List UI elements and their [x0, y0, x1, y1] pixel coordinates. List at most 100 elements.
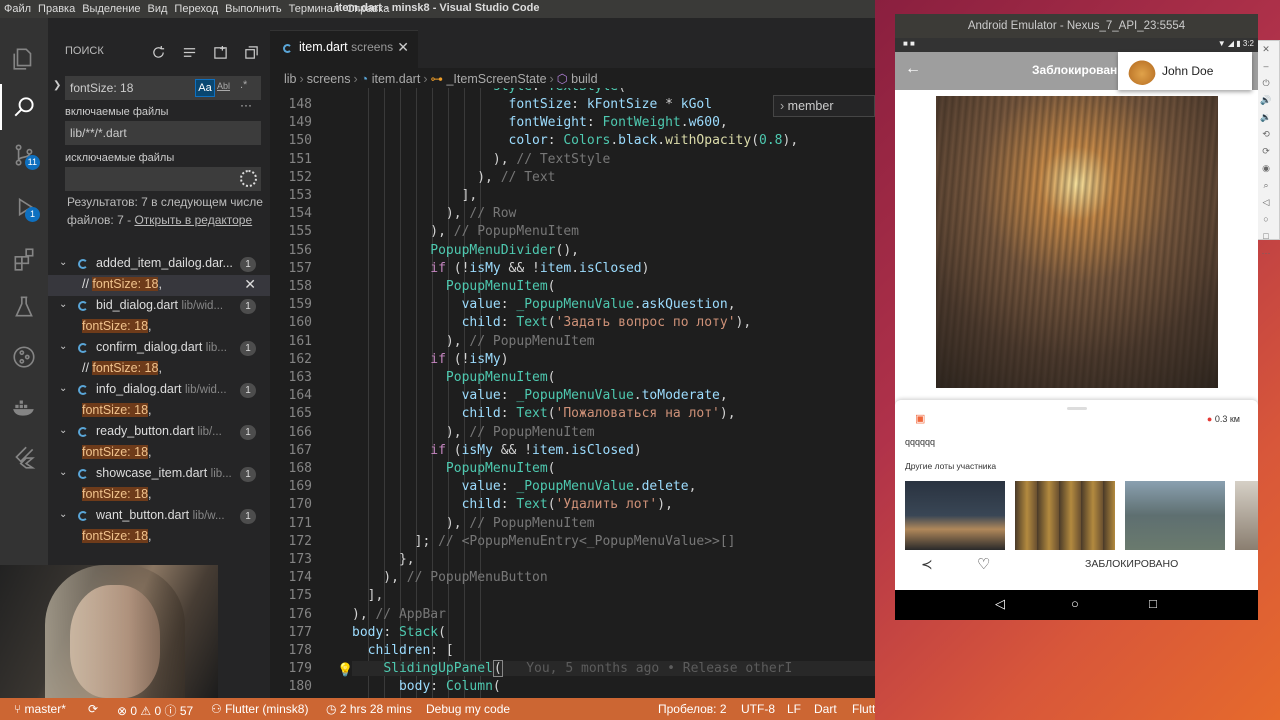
time-tracker-status[interactable]: ◷ 2 hrs 28 mins	[326, 702, 412, 716]
extensions-icon[interactable]	[0, 236, 48, 282]
branch-status[interactable]: ⑂ master*	[14, 702, 66, 716]
sync-icon[interactable]: ⟳	[88, 702, 98, 716]
clear-results-icon[interactable]	[174, 42, 205, 62]
result-match-row[interactable]: fontSize: 18,	[48, 443, 270, 464]
line-number: 179	[288, 661, 312, 676]
breadcrumb-screens[interactable]: screens	[307, 72, 351, 86]
other-lot-thumbnail[interactable]	[1125, 481, 1225, 550]
other-lot-thumbnail[interactable]	[1015, 481, 1115, 550]
editor-tab-bar: item.dart screens ✕	[270, 18, 875, 68]
result-match-row[interactable]: fontSize: 18,	[48, 485, 270, 506]
eol-status[interactable]: LF	[787, 702, 801, 716]
problems-status[interactable]: ⊗ 0 ⚠ 0 ⓘ 57	[117, 702, 193, 719]
menu-edit[interactable]: Правка	[34, 0, 78, 16]
result-match-row[interactable]: // fontSize: 18,	[48, 359, 270, 380]
code-line: ), // PopupMenuButton	[352, 570, 548, 585]
refresh-icon[interactable]	[143, 42, 174, 62]
panel-handle[interactable]	[1067, 407, 1087, 410]
match-suffix: ,	[158, 361, 162, 375]
code-line: child: Text('Задать вопрос по лоту'),	[461, 315, 752, 330]
replace-toggle-icon[interactable]: ❯	[53, 80, 61, 91]
result-file-row[interactable]: ⌄ confirm_dialog.dart lib... 1	[48, 338, 270, 359]
lightbulb-icon[interactable]: 💡	[337, 662, 353, 678]
menu-file[interactable]: Файл	[0, 0, 34, 16]
line-number: 180	[288, 679, 312, 694]
file-name: info_dialog.dart	[96, 382, 182, 396]
breadcrumb-lib[interactable]: lib	[284, 72, 297, 86]
result-match-row[interactable]: fontSize: 18,	[48, 317, 270, 338]
collapse-all-icon[interactable]	[236, 42, 267, 62]
flutter-status[interactable]: Flutt	[852, 702, 875, 716]
run-debug-icon[interactable]: 1	[0, 184, 48, 230]
result-file-row[interactable]: ⌄ info_dialog.dart lib/wid... 1	[48, 380, 270, 401]
debug-config-status[interactable]: Debug my code	[426, 702, 510, 716]
menu-selection[interactable]: Выделение	[78, 0, 143, 16]
code-line: PopupMenuItem(	[445, 461, 556, 476]
sliding-panel[interactable]: ▣ ● 0.3 км qqqqqq Другие лоты участника …	[895, 400, 1258, 590]
result-file-row[interactable]: ⌄ bid_dialog.dart lib/wid... 1	[48, 296, 270, 317]
use-exclude-settings-icon[interactable]	[240, 170, 257, 187]
source-control-icon[interactable]: 11	[0, 132, 48, 178]
tab-item-dart[interactable]: item.dart screens ✕	[270, 30, 418, 68]
flutter-device-status[interactable]: ⚇ Flutter (minsk8)	[211, 702, 308, 716]
menu-go[interactable]: Переход	[170, 0, 221, 16]
search-icon[interactable]	[0, 84, 48, 130]
breadcrumb-method[interactable]: build	[571, 72, 597, 86]
distance-value: 0.3 км	[1214, 414, 1240, 424]
result-match-row[interactable]: fontSize: 18,	[48, 527, 270, 548]
docker-icon[interactable]	[0, 384, 48, 430]
whole-word-button[interactable]: Abl	[217, 81, 230, 91]
branch-name: master*	[24, 702, 66, 716]
more-options-icon[interactable]: ···	[240, 98, 252, 112]
regex-button[interactable]: .*	[240, 79, 247, 91]
result-file-row[interactable]: ⌄ want_button.dart lib/w... 1	[48, 506, 270, 527]
nav-home-icon[interactable]: ○	[1071, 596, 1079, 611]
menu-view[interactable]: Вид	[144, 0, 171, 16]
sidebar-title: ПОИСК	[65, 45, 104, 57]
match-suffix: ,	[148, 529, 152, 543]
dismiss-icon[interactable]: ✕	[244, 276, 256, 293]
code-editor[interactable]: 148 149 150 151 152 153 154 155 156 157 …	[270, 88, 875, 698]
match-case-button[interactable]: Aa	[195, 79, 215, 97]
flutter-icon[interactable]	[0, 434, 48, 480]
open-in-editor-link[interactable]: Открыть в редакторе	[134, 213, 252, 227]
nav-recents-icon[interactable]: □	[1149, 596, 1157, 611]
result-file-row[interactable]: ⌄ added_item_dailog.dar... 1	[48, 254, 270, 275]
blocked-button[interactable]: ЗАБЛОКИРОВАНО	[1085, 558, 1178, 570]
heart-icon[interactable]: ♡	[977, 555, 990, 573]
breadcrumb-class[interactable]: _ItemScreenState	[446, 72, 546, 86]
indentation-status[interactable]: Пробелов: 2	[658, 702, 727, 716]
menu-help[interactable]: Справка	[342, 0, 392, 16]
line-number: 163	[288, 370, 312, 385]
result-file-row[interactable]: ⌄ ready_button.dart lib/... 1	[48, 422, 270, 443]
line-number: 160	[288, 315, 312, 330]
code-line: fontSize: kFontSize * kGol	[508, 97, 713, 112]
menu-terminal[interactable]: Терминал	[285, 0, 343, 16]
result-match-row[interactable]: // fontSize: 18, ✕	[48, 275, 270, 296]
match-suffix: ,	[148, 487, 152, 501]
back-arrow-icon[interactable]: ←	[905, 60, 921, 78]
close-tab-icon[interactable]: ✕	[397, 39, 409, 56]
new-search-editor-icon[interactable]	[205, 42, 236, 62]
user-popup[interactable]: John Doe	[1118, 52, 1252, 90]
share-icon[interactable]: ≺	[921, 556, 933, 573]
nav-back-icon[interactable]: ◁	[995, 596, 1005, 612]
git-graph-icon[interactable]	[0, 334, 48, 380]
location-pin-icon: ●	[1206, 414, 1213, 424]
include-files-input[interactable]: lib/**/*.dart	[65, 121, 261, 145]
item-photo[interactable]	[936, 96, 1218, 388]
exclude-files-input[interactable]	[65, 167, 261, 191]
result-match-row[interactable]: fontSize: 18,	[48, 401, 270, 422]
line-number: 178	[288, 643, 312, 658]
search-input[interactable]: fontSize: 18	[65, 76, 261, 100]
other-lot-thumbnail[interactable]	[905, 481, 1005, 550]
menu-run[interactable]: Выполнить	[221, 0, 284, 16]
language-status[interactable]: Dart	[814, 702, 837, 716]
result-file-row[interactable]: ⌄ showcase_item.dart lib... 1	[48, 464, 270, 485]
explorer-icon[interactable]	[0, 36, 48, 82]
chevron-down-icon: ⌄	[59, 299, 68, 310]
encoding-status[interactable]: UTF-8	[741, 702, 775, 716]
other-lot-thumbnail[interactable]	[1235, 481, 1258, 550]
breadcrumb-file[interactable]: item.dart	[372, 72, 421, 86]
testing-flask-icon[interactable]	[0, 284, 48, 330]
